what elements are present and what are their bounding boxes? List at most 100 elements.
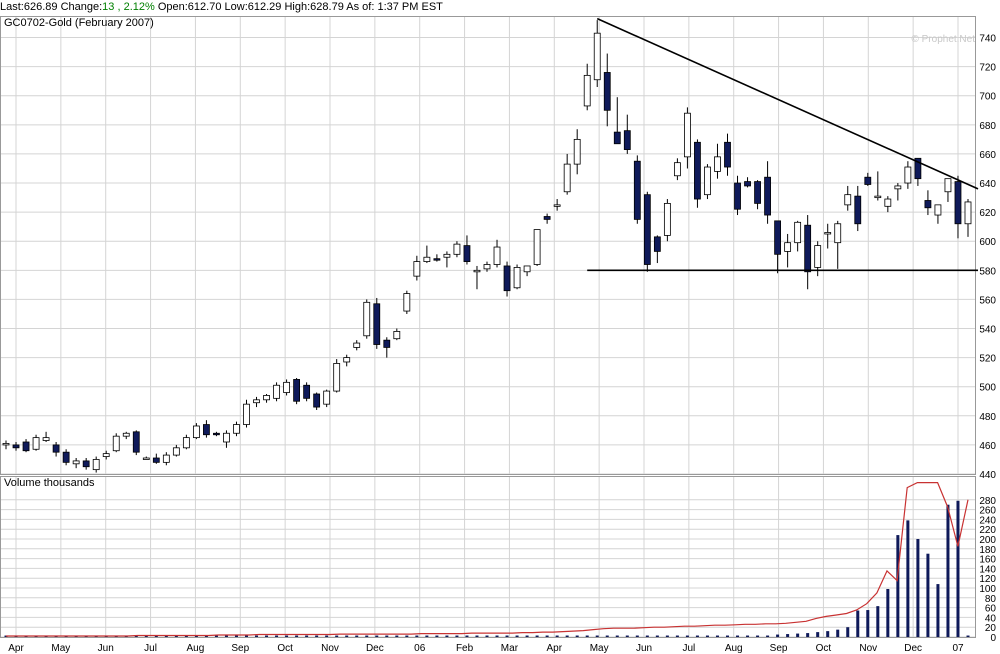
candle-up <box>894 185 902 190</box>
x-tick-label: Oct <box>816 643 832 654</box>
candle-up <box>122 432 130 437</box>
price-tick-label: 620 <box>979 208 996 219</box>
candle-up <box>102 453 110 457</box>
candle-down <box>293 379 301 402</box>
candle-down <box>924 200 932 209</box>
candle-up <box>533 229 541 265</box>
candle-down <box>313 393 321 408</box>
candle-down <box>543 216 551 220</box>
x-tick-label: Aug <box>187 643 205 654</box>
price-tick-label: 640 <box>979 179 996 190</box>
volume-bar <box>275 635 279 637</box>
volume-tick-label: 180 <box>979 545 996 556</box>
volume-bar <box>535 635 539 637</box>
volume-bar <box>736 635 740 637</box>
candle-down <box>954 181 962 225</box>
candle-down <box>303 384 311 399</box>
volume-bar <box>806 633 810 637</box>
volume-bar <box>265 635 269 637</box>
volume-bar <box>325 635 329 637</box>
candle-up <box>814 245 822 268</box>
candle-up <box>323 390 331 405</box>
volume-bar <box>836 629 840 637</box>
volume-bar <box>796 633 800 637</box>
candle-up <box>192 425 200 439</box>
candle-up <box>513 267 521 289</box>
volume-bar <box>515 635 519 637</box>
volume-bar <box>435 635 439 637</box>
volume-bar <box>776 634 780 637</box>
candle-up <box>904 166 912 184</box>
candle-up <box>794 221 802 244</box>
candle-up <box>182 437 190 449</box>
candle-down <box>603 72 611 111</box>
candle-down <box>854 195 862 225</box>
volume-tick-label: 240 <box>979 515 996 526</box>
x-tick-label: Mar <box>501 643 519 654</box>
candle-up <box>343 357 351 363</box>
candle-up <box>32 437 40 450</box>
volume-bar <box>956 500 960 637</box>
volume-bar <box>856 610 860 637</box>
x-tick-label: Jul <box>682 643 695 654</box>
volume-bar <box>685 635 689 637</box>
candle-up <box>263 395 270 401</box>
price-tick-label: 740 <box>979 34 996 45</box>
volume-bar <box>335 635 339 637</box>
price-tick-label: 700 <box>979 92 996 103</box>
candle-up <box>834 223 842 244</box>
volume-bar <box>595 635 599 637</box>
volume-bar <box>455 635 459 637</box>
x-tick-label: Sep <box>770 643 788 654</box>
candle-down <box>52 444 60 453</box>
candle-down <box>613 131 621 145</box>
chart-title: GC0702-Gold (February 2007) <box>4 17 154 29</box>
volume-bar <box>746 635 750 637</box>
volume-bar <box>355 635 359 637</box>
volume-bar <box>906 520 910 637</box>
candle-down <box>623 130 631 150</box>
volume-bar <box>966 635 970 637</box>
volume-bar <box>525 635 529 637</box>
volume-tick-label: 260 <box>979 506 996 517</box>
candle-down <box>503 265 511 292</box>
candle-up <box>353 342 361 348</box>
volume-bar <box>415 635 419 637</box>
x-tick-label: Dec <box>904 643 922 654</box>
x-axis: Apr May Jun Jul Aug Sep Oct Nov Dec 06 Feb Mar Apr Ma… <box>8 643 964 654</box>
price-tick-label: 680 <box>979 121 996 132</box>
candle-down <box>744 181 751 187</box>
volume-bar <box>585 635 589 637</box>
volume-bar <box>445 635 449 637</box>
volume-bar <box>876 606 880 637</box>
volume-bar <box>505 635 509 637</box>
candle-down <box>694 141 701 200</box>
candle-up <box>563 163 571 193</box>
x-tick-label: Dec <box>366 643 384 654</box>
price-tick-label: 440 <box>979 470 996 481</box>
volume-panel-title: Volume thousands <box>4 477 95 489</box>
candle-up <box>172 447 180 456</box>
candle-down <box>864 176 872 185</box>
volume-bar <box>826 631 830 637</box>
candle-up <box>243 403 250 425</box>
volume-bar <box>345 635 349 637</box>
price-chart: GC0702-Gold (February 2007) © Prophet.Ne… <box>0 16 996 654</box>
volume-tick-label: 40 <box>985 613 997 624</box>
volume-bar <box>786 634 790 637</box>
volume-tick-label: 0 <box>990 633 996 644</box>
candle-up <box>684 112 691 158</box>
candle-up <box>42 437 50 441</box>
candle-up <box>92 459 100 471</box>
candle-down <box>633 160 641 220</box>
volume-axis: 020406080100120140160180200220240260280 <box>979 496 996 644</box>
volume-bar <box>886 588 890 637</box>
volume-bar <box>485 635 489 637</box>
volume-bar <box>255 635 259 637</box>
volume-tick-label: 120 <box>979 574 996 585</box>
x-tick-label: May <box>51 643 70 654</box>
candle-up <box>162 454 170 463</box>
volume-bar <box>375 635 379 637</box>
candle-up <box>333 363 341 392</box>
volume-grid <box>0 477 975 638</box>
